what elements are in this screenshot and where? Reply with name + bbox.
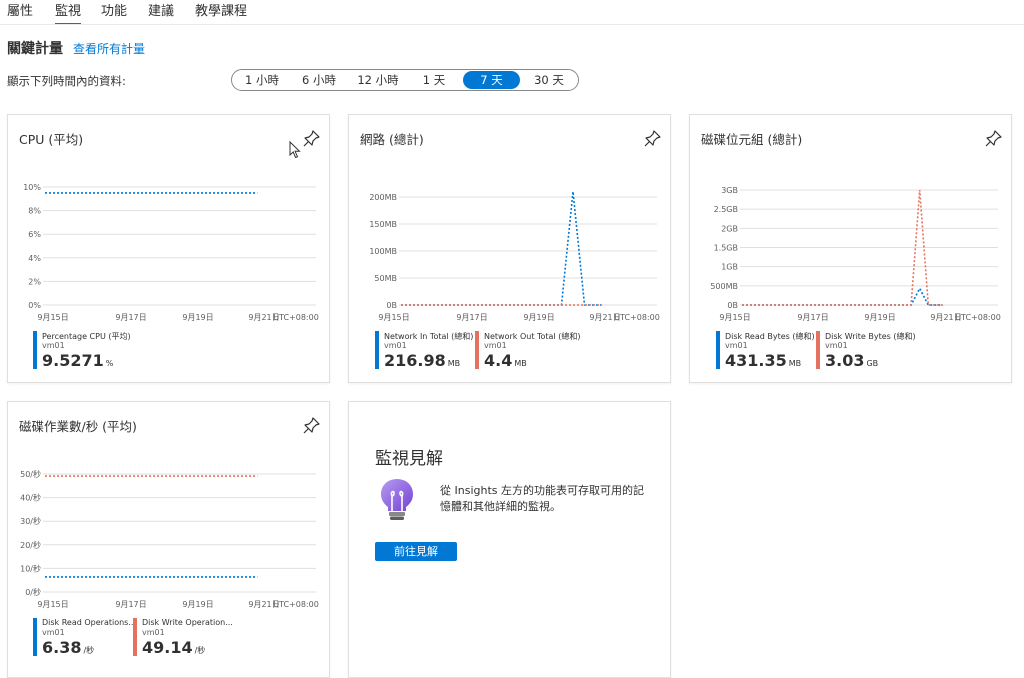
legend-value: 3.03 GB — [825, 351, 879, 370]
time-option-7d[interactable]: 7 天 — [463, 71, 520, 89]
lightbulb-icon — [381, 479, 413, 520]
y-tick-label: 2% — [28, 277, 41, 286]
disk-bytes-chart: 0B 500MB 1GB 1.5GB 2GB 2.5GB 3GB 9月15日 9月17日 9月19… — [710, 186, 1001, 322]
time-option-6h[interactable]: 6 小時 — [290, 71, 348, 89]
legend-value: 4.4 MB — [484, 351, 527, 370]
legend-resource: vm01 — [825, 341, 848, 350]
tab-capabilities[interactable]: 功能 — [101, 0, 127, 19]
time-range-label: 顯示下列時間內的資料: — [7, 74, 126, 88]
y-tick-label: 3GB — [721, 186, 738, 195]
y-tick-label: 0/秒 — [25, 587, 41, 597]
y-tick-label: 8% — [28, 207, 41, 216]
time-range-selector: 1 小時 6 小時 12 小時 1 天 7 天 30 天 — [231, 69, 579, 91]
tab-monitoring[interactable]: 監視 — [55, 0, 82, 25]
legend-value: 216.98 MB — [384, 351, 461, 370]
x-tick-label: 9月19日 — [182, 600, 213, 609]
timezone-label: UTC+08:00 — [273, 600, 319, 609]
x-tick-label: 9月15日 — [719, 313, 750, 322]
series-line — [401, 191, 602, 306]
y-tick-label: 0B — [386, 301, 397, 310]
y-tick-label: 1GB — [721, 263, 738, 272]
legend-value: 49.14/秒 — [142, 638, 206, 657]
y-tick-label: 4% — [28, 254, 41, 263]
legend-color-bar — [133, 618, 137, 656]
y-tick-label: 150MB — [369, 220, 397, 229]
y-tick-label: 50MB — [374, 274, 397, 283]
tab-tutorials[interactable]: 教學課程 — [195, 0, 247, 19]
disk-bytes-card: 磁碟位元組 (總計) 0B 500MB 1GB 1.5GB 2GB 2.5GB 3GB 9月1… — [689, 114, 1012, 383]
legend-resource: vm01 — [384, 341, 407, 350]
legend-value: 6.38/秒 — [42, 638, 95, 657]
legend-series-name: Disk Write Operation... — [142, 618, 233, 627]
timezone-label: UTC+08:00 — [955, 313, 1001, 322]
network-chart: 0B50MB100MB150MB200MB9月15日 9月17日 9月19日 9月21… — [369, 191, 660, 322]
view-all-metrics-link[interactable]: 查看所有計量 — [73, 40, 145, 57]
legend-resource: vm01 — [42, 341, 65, 350]
insights-card: 監視見解 從 Insights 左方的功能表可存取可用的記憶體和其他詳細的監視。… — [348, 401, 671, 678]
y-tick-label: 2GB — [721, 224, 738, 233]
legend-color-bar — [475, 331, 479, 369]
legend-resource: vm01 — [484, 341, 507, 350]
x-tick-label: 9月19日 — [864, 313, 895, 322]
tab-properties[interactable]: 屬性 — [7, 0, 33, 19]
y-tick-label: 10% — [23, 183, 41, 192]
y-tick-label: 6% — [28, 230, 41, 239]
x-tick-label: 9月17日 — [456, 313, 487, 322]
legend-color-bar — [33, 331, 37, 369]
y-tick-label: 1.5GB — [714, 244, 738, 253]
legend-series-name: Disk Read Operations... — [42, 618, 136, 627]
legend-value: 431.35 MB — [725, 351, 802, 370]
time-option-12h[interactable]: 12 小時 — [348, 71, 408, 89]
tab-divider — [0, 24, 1024, 25]
disk-ops-card: 磁碟作業數/秒 (平均) 0/秒 10/秒 20/秒 30/秒 40/秒 50/秒 9月15… — [7, 401, 330, 678]
timezone-label: UTC+08:00 — [273, 313, 319, 322]
go-to-insights-button[interactable]: 前往見解 — [375, 542, 457, 561]
legend-color-bar — [33, 618, 37, 656]
x-tick-label: 9月17日 — [797, 313, 828, 322]
network-card: 網路 (總計) 0B 50MB 100MB 150MB 200MB 9月15日 9月17日 9… — [348, 114, 671, 383]
tab-recommendations[interactable]: 建議 — [148, 0, 174, 19]
disk-ops-chart: 0/秒10/秒20/秒30/秒40/秒50/秒9月15日 9月17日 9月19日 9月… — [20, 469, 319, 609]
insights-description: 從 Insights 左方的功能表可存取可用的記憶體和其他詳細的監視。 — [440, 484, 644, 513]
legend-resource: vm01 — [42, 628, 65, 637]
legend-color-bar — [375, 331, 379, 369]
mouse-cursor-icon — [289, 141, 301, 159]
x-tick-label: 9月15日 — [37, 313, 68, 322]
y-tick-label: 10/秒 — [20, 563, 41, 573]
x-tick-label: 9月19日 — [523, 313, 554, 322]
y-tick-label: 100MB — [369, 247, 397, 256]
y-tick-label: 40/秒 — [20, 493, 41, 503]
x-tick-label: 9月19日 — [182, 313, 213, 322]
x-tick-label: 9月17日 — [115, 600, 146, 609]
y-tick-label: 500MB — [710, 282, 738, 291]
y-tick-label: 20/秒 — [20, 540, 41, 550]
y-tick-label: 200MB — [369, 193, 397, 202]
legend-resource: vm01 — [725, 341, 748, 350]
y-tick-label: 2.5GB — [714, 205, 738, 214]
series-line — [742, 286, 943, 306]
y-tick-label: 30/秒 — [20, 516, 41, 526]
legend-resource: vm01 — [142, 628, 165, 637]
cpu-chart: 0%2%4%6%8%10%9月15日 9月17日 9月19日 9月21日UTC+08:… — [23, 183, 319, 322]
time-option-1d[interactable]: 1 天 — [408, 71, 460, 89]
timezone-label: UTC+08:00 — [614, 313, 660, 322]
y-tick-label: 0% — [28, 301, 41, 310]
cpu-card: CPU (平均) 0% 2% 4% 6% 8% 10% 9月15日 9月17日 9月19日 9月2… — [7, 114, 330, 383]
y-tick-label: 50/秒 — [20, 469, 41, 479]
key-metrics-title: 關鍵計量 — [7, 41, 63, 57]
x-tick-label: 9月15日 — [37, 600, 68, 609]
y-tick-label: 0B — [727, 301, 738, 310]
time-option-30d[interactable]: 30 天 — [522, 71, 576, 89]
time-option-1h[interactable]: 1 小時 — [234, 71, 290, 89]
legend-color-bar — [816, 331, 820, 369]
legend-value: 9.5271% — [42, 351, 114, 370]
x-tick-label: 9月15日 — [378, 313, 409, 322]
x-tick-label: 9月17日 — [115, 313, 146, 322]
legend-color-bar — [716, 331, 720, 369]
insights-title: 監視見解 — [375, 449, 443, 469]
